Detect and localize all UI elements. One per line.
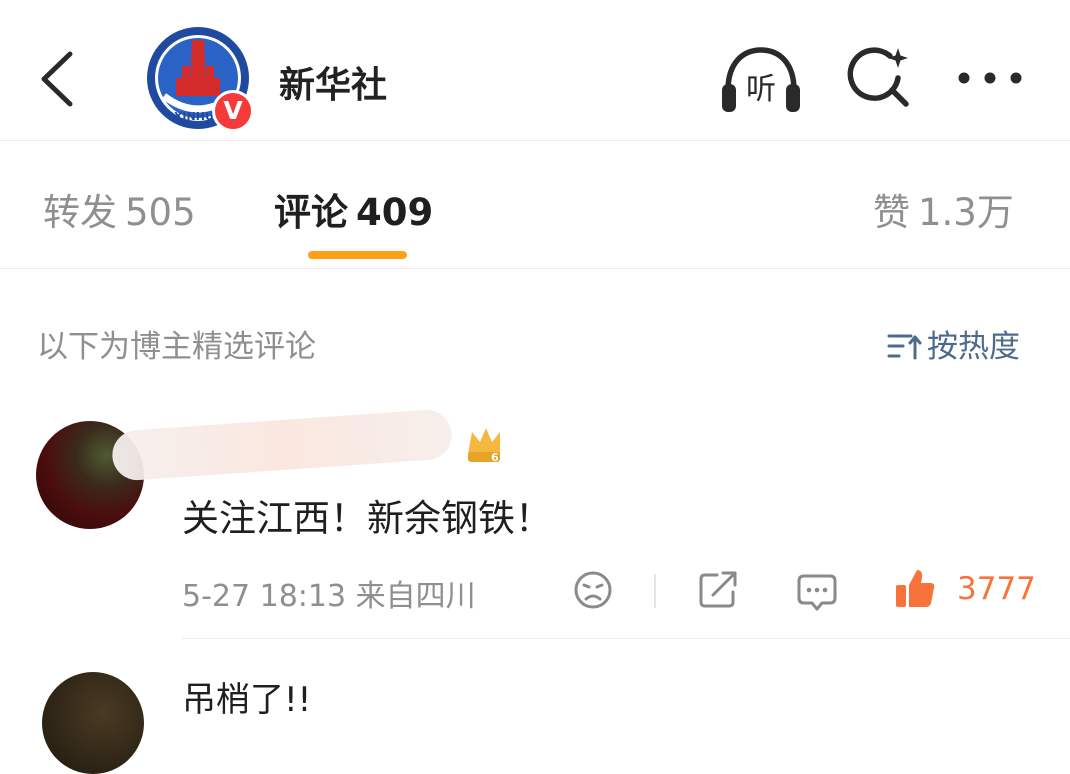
back-button[interactable]: [34, 48, 84, 110]
tab-reposts-count: 505: [125, 191, 196, 234]
share-button[interactable]: [697, 570, 739, 610]
like-count: 3777: [957, 571, 1036, 607]
comment-icon: [797, 574, 837, 611]
listen-button[interactable]: 听: [720, 44, 802, 116]
comment-source: 来自四川: [355, 579, 476, 614]
comment-meta: 5-27 18:13 来自四川: [182, 571, 476, 615]
tabs-divider: [0, 268, 1070, 269]
section-label: 以下为博主精选评论: [37, 329, 316, 365]
tab-reposts[interactable]: 转发 505: [43, 182, 196, 236]
more-button[interactable]: [955, 58, 1025, 98]
comment-timestamp: 5-27 18:13: [182, 579, 347, 614]
reply-button[interactable]: [796, 572, 838, 612]
dislike-button[interactable]: [573, 570, 613, 610]
svg-text:听: 听: [746, 72, 776, 107]
search-button[interactable]: [846, 44, 910, 108]
share-icon: [699, 571, 737, 608]
action-separator: [654, 574, 656, 608]
account-avatar[interactable]: XINHUA V: [146, 26, 254, 132]
header-divider: [0, 140, 1070, 141]
commenter-avatar[interactable]: [42, 672, 144, 774]
verified-badge: V: [212, 90, 254, 132]
active-tab-indicator: [308, 251, 407, 259]
sort-button[interactable]: 按热度: [887, 321, 1020, 366]
sort-icon: [887, 334, 922, 360]
thumbs-up-icon: [896, 570, 935, 607]
tab-comments[interactable]: 评论 409: [274, 182, 433, 236]
listen-headphones-icon: 听: [722, 47, 800, 112]
back-arrow-icon: [41, 51, 73, 107]
tab-reposts-label: 转发: [43, 191, 117, 234]
redacted-username: [110, 408, 454, 482]
more-icon: [958, 72, 1022, 84]
svg-text:6: 6: [491, 451, 499, 464]
sad-face-icon: [574, 571, 612, 609]
sort-label: 按热度: [927, 329, 1020, 365]
tab-likes[interactable]: 赞 1.3万: [873, 182, 1014, 236]
like-button[interactable]: [893, 566, 937, 610]
page-title: 新华社: [279, 65, 388, 106]
tab-comments-label: 评论: [274, 191, 348, 234]
comment-divider: [182, 638, 1070, 639]
comment-text: 吊梢了!!: [182, 680, 312, 720]
tab-likes-label: 赞: [873, 191, 910, 234]
tab-comments-count: 409: [356, 191, 434, 234]
user-level-badge: 6: [464, 424, 504, 464]
search-sparkle-icon: [847, 47, 909, 107]
tab-likes-count: 1.3万: [918, 191, 1014, 234]
comment-text: 关注江西！新余钢铁！: [182, 497, 552, 540]
